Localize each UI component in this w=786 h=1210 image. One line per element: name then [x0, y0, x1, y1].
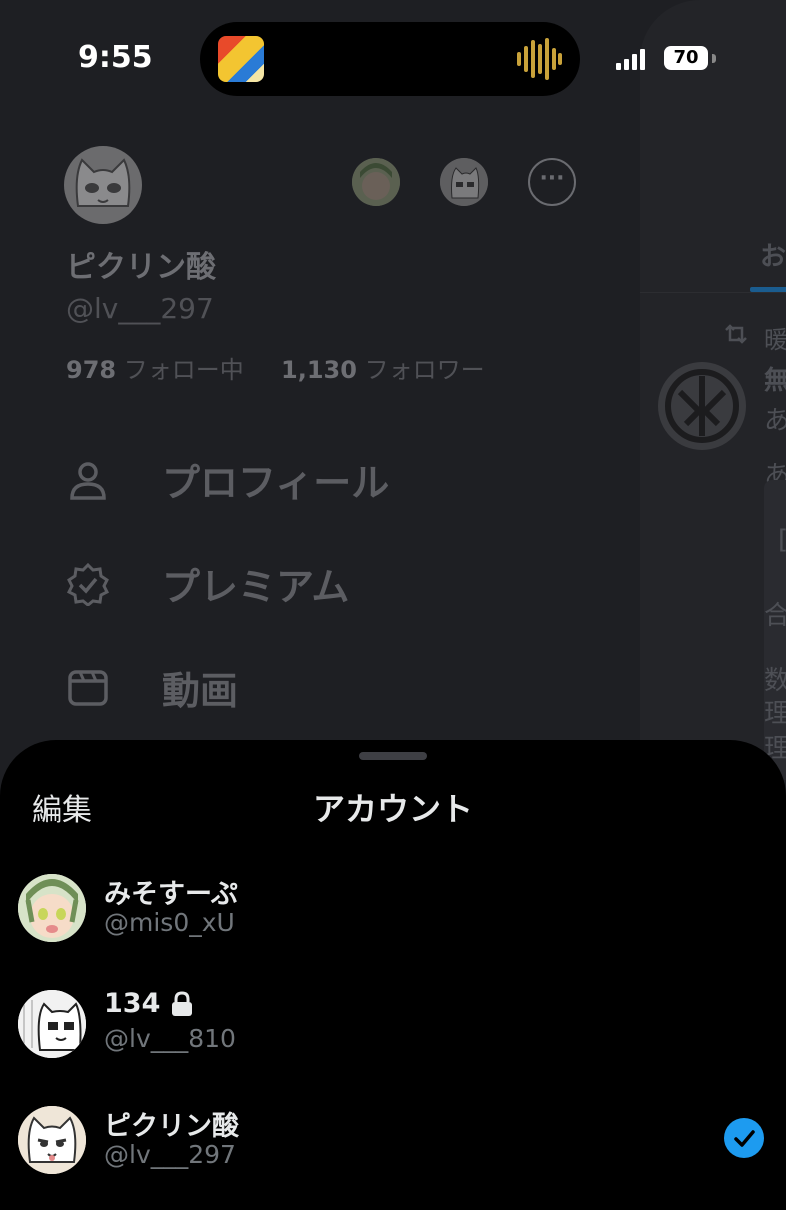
account-name: ピクリン酸 [104, 1111, 239, 1142]
selected-checkmark-icon [724, 1118, 764, 1158]
account-row[interactable]: ピクリン酸 @lv___297 [0, 1090, 786, 1190]
more-options-button[interactable]: ··· [528, 158, 576, 206]
peek-text: 暖 [764, 326, 786, 354]
follow-stats: 978 フォロー中 1,130 フォロワー [66, 350, 485, 385]
account-name-row: 134 [104, 988, 194, 1019]
verified-badge-icon [66, 562, 110, 606]
menu-item-premium[interactable]: プレミアム [66, 556, 349, 611]
menu-item-video[interactable]: 動画 [66, 660, 238, 715]
peek-text: 理 [764, 699, 786, 729]
video-icon [68, 669, 108, 706]
menu-item-label: プロフィール [162, 461, 390, 505]
account-handle: @lv___297 [104, 1140, 236, 1169]
account-avatar [18, 874, 86, 942]
menu-item-profile[interactable]: プロフィール [66, 452, 389, 507]
girl-avatar-image [352, 158, 400, 206]
girl-avatar-image [18, 874, 86, 942]
menu-item-label: 動画 [162, 669, 239, 713]
tab-divider [640, 292, 786, 293]
drawer-display-name: ピクリン酸 [66, 250, 216, 285]
sheet-grabber[interactable] [359, 752, 427, 760]
account-name: 134 [104, 988, 161, 1019]
account-avatar [18, 990, 86, 1058]
sheet-title: アカウント [312, 790, 473, 828]
tweet-avatar[interactable] [658, 362, 746, 450]
followers-count[interactable]: 1,130 [281, 356, 357, 384]
following-label[interactable]: フォロー中 [124, 356, 244, 384]
account-handle: @mis0_xU [104, 908, 235, 937]
account-avatar [18, 1106, 86, 1174]
switch-account-avatar-1[interactable] [352, 158, 400, 206]
tweet-avatar-image [665, 369, 739, 443]
person-icon [70, 461, 106, 500]
account-handle: @lv___810 [104, 1024, 236, 1053]
manga-cat-avatar-image [18, 990, 86, 1058]
manga-cat-avatar-image [440, 158, 488, 206]
audio-waveform-icon [517, 38, 562, 80]
drawer-handle: @lv___297 [66, 292, 214, 325]
peek-text: 合 [764, 601, 786, 631]
peek-text: 数 [764, 666, 786, 696]
now-playing-artwork [218, 36, 264, 82]
peek-text: 無 [764, 366, 786, 396]
lock-icon [172, 990, 193, 1016]
tab-underline [750, 287, 786, 292]
account-name: みそすーぷ [104, 879, 238, 910]
following-count[interactable]: 978 [66, 356, 116, 384]
cellular-signal-icon [616, 49, 645, 70]
peek-text: [ [778, 525, 786, 555]
repost-icon [725, 324, 747, 344]
status-time: 9:55 [78, 40, 153, 75]
timeline-tab-label[interactable]: お [760, 236, 786, 273]
account-row[interactable]: 134 @lv___810 [0, 974, 786, 1074]
cat-avatar-image [75, 158, 131, 207]
followers-label[interactable]: フォロワー [365, 356, 485, 384]
switch-account-avatar-2[interactable] [440, 158, 488, 206]
account-row[interactable]: みそすーぷ @mis0_xU [0, 858, 786, 958]
profile-avatar[interactable] [64, 146, 142, 224]
menu-item-label: プレミアム [162, 565, 350, 609]
cat-avatar-image [18, 1106, 86, 1174]
peek-text: あ [764, 406, 786, 436]
battery-level: 70 [664, 46, 708, 70]
battery-tip [712, 54, 716, 63]
